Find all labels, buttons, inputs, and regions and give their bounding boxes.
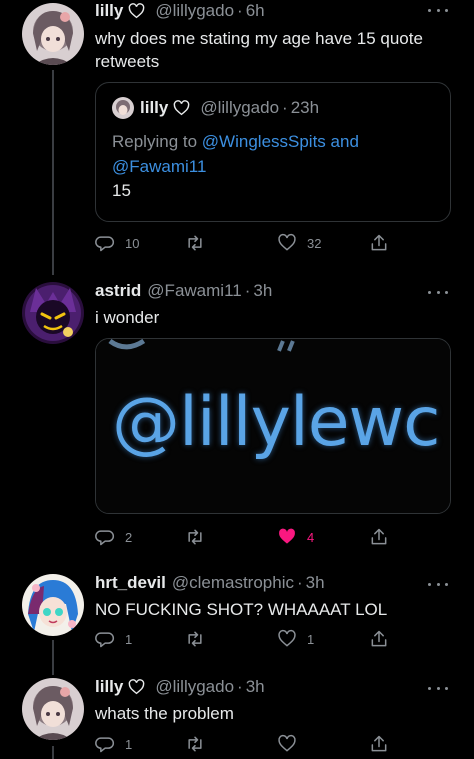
reply-count: 1 <box>125 631 133 647</box>
reply-icon <box>95 737 115 753</box>
display-name[interactable]: astrid <box>95 281 141 301</box>
retweet-button[interactable] <box>185 527 205 547</box>
heart-outline-icon <box>128 679 145 695</box>
like-count: 32 <box>307 235 322 251</box>
timestamp[interactable]: 6h <box>246 1 265 21</box>
reply-count: 1 <box>125 736 133 752</box>
reply-icon <box>95 236 115 252</box>
like-button[interactable]: 1 <box>277 629 314 649</box>
share-button[interactable] <box>369 233 389 253</box>
more-options-icon[interactable] <box>428 682 448 694</box>
reply-count: 2 <box>125 529 133 545</box>
share-button[interactable] <box>369 734 389 754</box>
heart-outline-icon <box>128 3 145 19</box>
heart-icon <box>278 629 296 647</box>
tweet[interactable]: lilly @lillygado · 6h why does me statin… <box>0 0 474 265</box>
reply-button[interactable]: 2 <box>95 527 132 547</box>
timestamp[interactable]: 3h <box>306 573 325 593</box>
avatar <box>112 97 134 119</box>
share-icon <box>371 234 387 251</box>
handle[interactable]: @clemastrophic <box>172 573 294 593</box>
separator-dot: · <box>297 573 303 592</box>
image-text: @lillylewc <box>112 383 441 462</box>
separator-dot: · <box>282 98 288 117</box>
quote-text: 15 <box>112 181 131 200</box>
mention-link[interactable]: @WinglessSpits <box>202 132 326 151</box>
timestamp: 23h <box>290 98 320 117</box>
share-icon <box>371 735 387 752</box>
display-name: lilly <box>140 98 169 117</box>
mention-joiner: and <box>330 132 359 151</box>
separator-dot: · <box>237 1 243 20</box>
replying-prefix: Replying to <box>112 132 198 151</box>
avatar[interactable] <box>22 3 84 65</box>
tweet-text: whats the problem <box>95 704 234 723</box>
like-button[interactable]: 32 <box>277 233 321 253</box>
retweet-icon <box>188 529 202 545</box>
retweet-button[interactable] <box>185 233 205 253</box>
handle[interactable]: @Fawami11 <box>147 281 241 301</box>
replying-to: Replying to @WinglessSpits and @Fawami11 <box>112 129 432 179</box>
mention-link[interactable]: @Fawami11 <box>112 157 206 176</box>
tweet[interactable]: lilly @lillygado · 3h whats the problem … <box>0 677 474 759</box>
quoted-tweet[interactable]: lilly @lillygado · 23h Replying to @Wing… <box>95 82 451 222</box>
timestamp[interactable]: 3h <box>253 281 272 301</box>
more-options-icon[interactable] <box>428 578 448 590</box>
timestamp[interactable]: 3h <box>246 677 265 697</box>
avatar[interactable] <box>22 282 84 344</box>
retweet-icon <box>188 631 202 647</box>
share-icon <box>371 630 387 647</box>
handle[interactable]: @lillygado <box>155 677 234 697</box>
avatar[interactable] <box>22 678 84 740</box>
reply-count: 10 <box>125 235 140 251</box>
retweet-button[interactable] <box>185 734 205 754</box>
avatar[interactable] <box>22 574 84 636</box>
display-name[interactable]: lilly <box>95 1 123 21</box>
tweet-text: NO FUCKING SHOT? WHAAAAT LOL <box>95 600 388 619</box>
attached-image[interactable]: @lillylewc <box>95 338 451 514</box>
reply-button[interactable]: 10 <box>95 233 139 253</box>
separator-dot: · <box>237 677 243 696</box>
handle: @lillygado <box>200 98 280 117</box>
handle[interactable]: @lillygado <box>155 1 234 21</box>
reply-icon <box>95 632 115 648</box>
share-icon <box>371 528 387 545</box>
display-name[interactable]: hrt_devil <box>95 573 166 593</box>
heart-filled-icon <box>279 528 295 544</box>
heart-outline-icon <box>173 100 190 116</box>
share-button[interactable] <box>369 527 389 547</box>
retweet-icon <box>188 736 202 752</box>
reply-button[interactable]: 1 <box>95 629 132 649</box>
like-count: 1 <box>307 631 315 647</box>
separator-dot: · <box>244 281 251 300</box>
retweet-icon <box>188 235 202 251</box>
tweet[interactable]: astrid @Fawami11 · 3h i wonder @lillylew… <box>0 281 474 552</box>
heart-icon <box>278 233 296 251</box>
heart-icon <box>278 734 296 752</box>
display-name[interactable]: lilly <box>95 677 123 697</box>
more-options-icon[interactable] <box>428 286 448 298</box>
like-button[interactable]: 4 <box>277 527 314 547</box>
tweet-text: why does me stating my age have 15 quote… <box>95 29 423 71</box>
like-count: 4 <box>307 529 315 545</box>
tweet-text: i wonder <box>95 308 160 327</box>
like-button[interactable] <box>277 734 297 754</box>
tweet[interactable]: hrt_devil @clemastrophic · 3h NO FUCKING… <box>0 573 474 654</box>
reply-icon <box>95 530 115 546</box>
retweet-button[interactable] <box>185 629 205 649</box>
share-button[interactable] <box>369 629 389 649</box>
reply-button[interactable]: 1 <box>95 734 132 754</box>
more-options-icon[interactable] <box>428 4 448 16</box>
